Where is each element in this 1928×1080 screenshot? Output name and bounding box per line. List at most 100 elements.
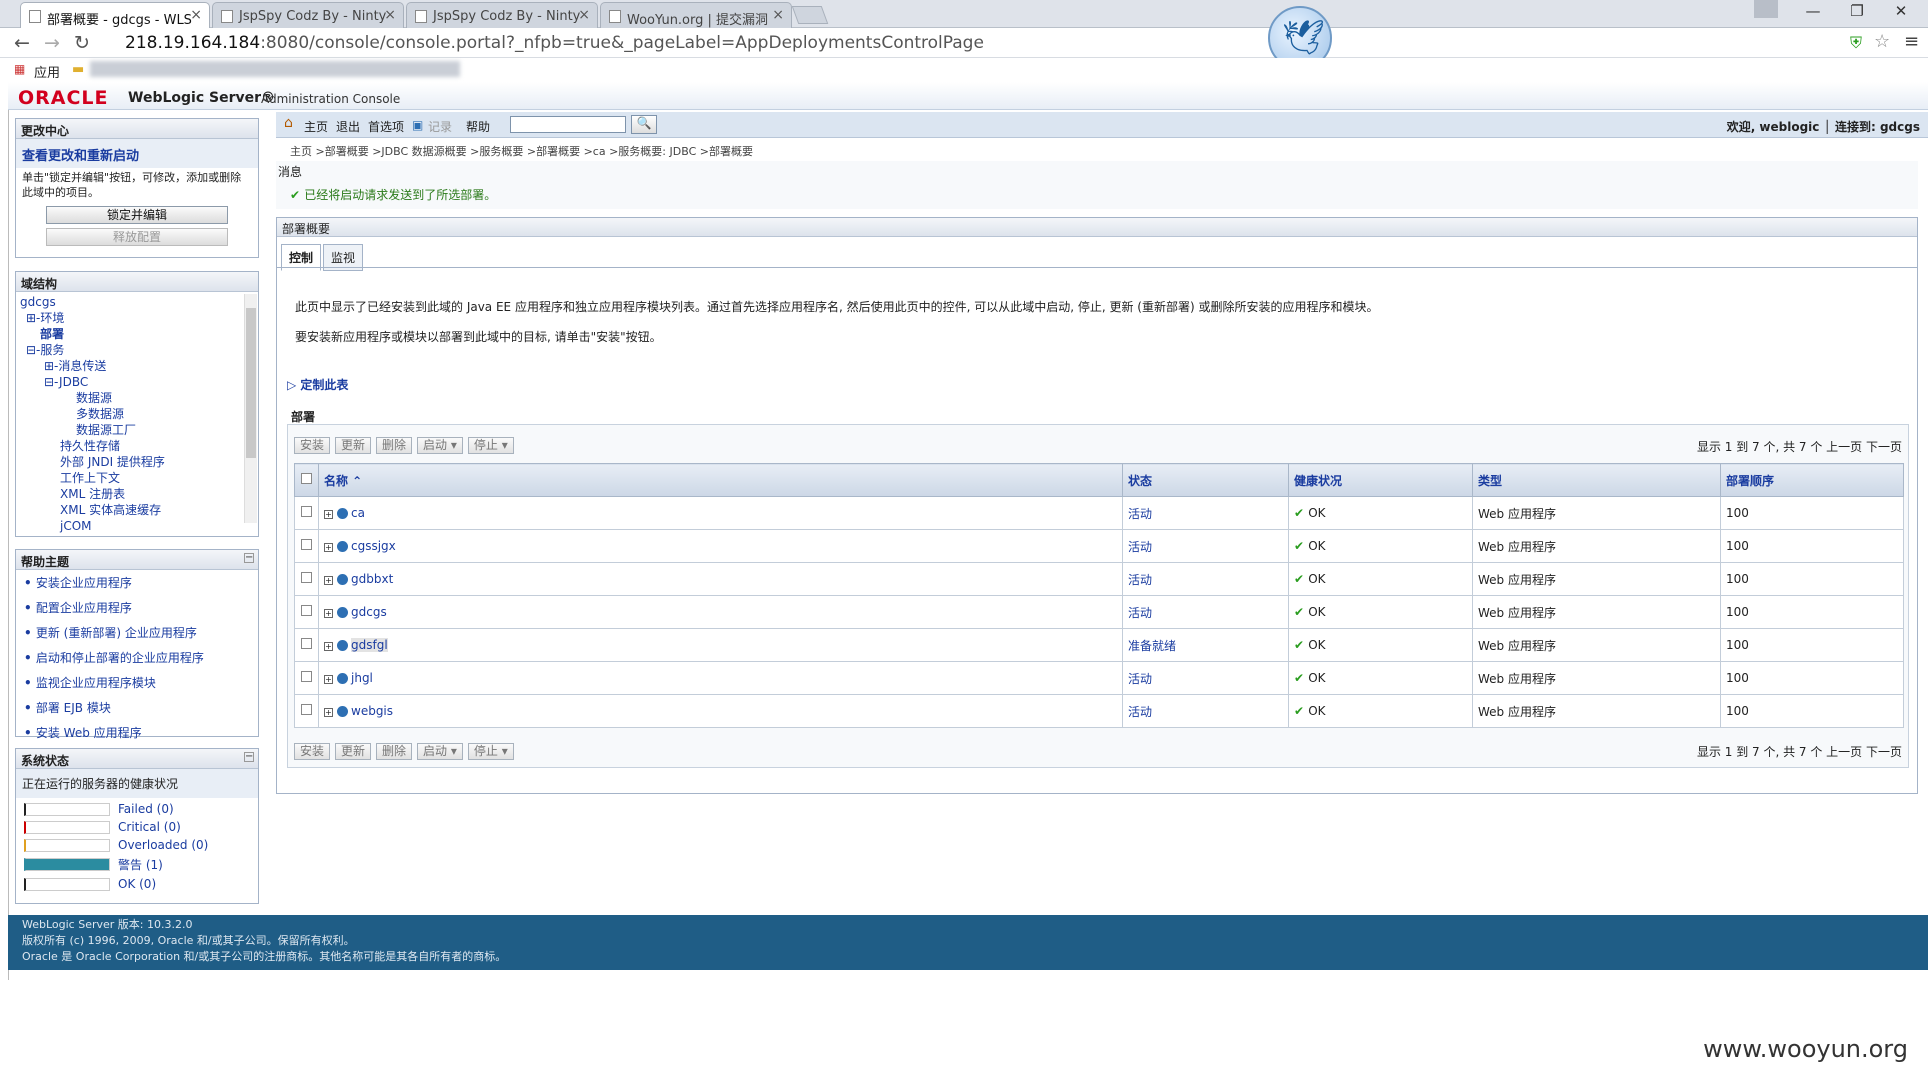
col-state[interactable]: 状态 — [1122, 463, 1289, 497]
update-button[interactable]: 更新 — [335, 437, 372, 454]
help-link[interactable]: 部署 EJB 模块 — [36, 701, 111, 715]
tree-item-messaging[interactable]: ⊞-消息传送 — [44, 359, 106, 373]
help-link[interactable]: 更新 (重新部署) 企业应用程序 — [36, 626, 197, 640]
expand-icon[interactable]: + — [324, 642, 333, 651]
search-button[interactable]: 🔍 — [631, 115, 657, 134]
close-window-button[interactable]: ✕ — [1886, 2, 1916, 20]
pager-bottom[interactable]: 显示 1 到 7 个, 共 7 个 上一页 下一页 — [1697, 743, 1902, 760]
help-link[interactable]: 安装企业应用程序 — [36, 576, 132, 590]
row-checkbox[interactable] — [301, 506, 312, 517]
state-link[interactable]: 活动 — [1128, 507, 1152, 521]
help-link[interactable]: 启动和停止部署的企业应用程序 — [36, 651, 204, 665]
close-icon[interactable]: × — [578, 7, 590, 23]
tree-item-deployments[interactable]: 部署 — [40, 327, 64, 341]
state-link[interactable]: 活动 — [1128, 540, 1152, 554]
new-tab-button[interactable] — [791, 6, 829, 24]
back-icon[interactable]: ← — [14, 32, 30, 54]
help-link[interactable]: 监视企业应用程序模块 — [36, 676, 156, 690]
start-dropdown[interactable]: 启动 ▾ — [417, 743, 463, 760]
help-link-toolbar[interactable]: 帮助 — [466, 118, 490, 135]
status-link[interactable]: Overloaded (0) — [118, 838, 208, 852]
status-link[interactable]: Failed (0) — [118, 802, 174, 816]
expand-icon[interactable]: + — [324, 609, 333, 618]
tree-item-services[interactable]: ⊟-服务 — [26, 343, 64, 357]
row-checkbox[interactable] — [301, 605, 312, 616]
record-link[interactable]: 记录 — [428, 118, 452, 135]
update-button[interactable]: 更新 — [335, 743, 372, 760]
state-link[interactable]: 活动 — [1128, 672, 1152, 686]
row-checkbox[interactable] — [301, 572, 312, 583]
row-checkbox[interactable] — [301, 539, 312, 550]
preferences-link[interactable]: 首选项 — [368, 118, 404, 135]
install-button[interactable]: 安装 — [294, 437, 331, 454]
search-input[interactable] — [510, 116, 626, 133]
col-health[interactable]: 健康状况 — [1288, 463, 1473, 497]
apps-icon[interactable]: ▦ — [14, 62, 25, 76]
stop-dropdown[interactable]: 停止 ▾ — [467, 743, 514, 760]
col-name[interactable]: 名称 ⌃ — [318, 463, 1123, 497]
start-dropdown[interactable]: 启动 ▾ — [417, 437, 463, 454]
expand-icon[interactable]: + — [324, 675, 333, 684]
tree-item-persistent-stores[interactable]: 持久性存储 — [60, 439, 120, 453]
scroll-thumb[interactable] — [246, 308, 256, 458]
browser-tab-2[interactable]: JspSpy Codz By - Ninty × — [212, 2, 404, 28]
row-checkbox[interactable] — [301, 671, 312, 682]
user-icon[interactable] — [1754, 0, 1778, 18]
tree-item-foreign-jndi[interactable]: 外部 JNDI 提供程序 — [60, 455, 165, 469]
close-icon[interactable]: × — [772, 7, 784, 23]
browser-tab-1[interactable]: 部署概要 - gdcgs - WLS × — [20, 2, 210, 29]
lock-edit-button[interactable]: 锁定并编辑 — [46, 206, 228, 224]
app-name-link[interactable]: jhgl — [351, 671, 373, 685]
tree-item-jcom[interactable]: jCOM — [60, 519, 92, 533]
tree-item-data-source-factories[interactable]: 数据源工厂 — [76, 423, 136, 437]
browser-tab-4[interactable]: WooYun.org | 提交漏洞 × — [600, 2, 792, 28]
tree-item-jdbc[interactable]: ⊟-JDBC — [44, 375, 88, 389]
delete-button[interactable]: 删除 — [376, 743, 413, 760]
pager-top[interactable]: 显示 1 到 7 个, 共 7 个 上一页 下一页 — [1697, 438, 1902, 455]
app-name-link[interactable]: webgis — [351, 704, 393, 718]
status-link[interactable]: OK (0) — [118, 877, 156, 891]
breadcrumb[interactable]: 主页 >部署概要 >JDBC 数据源概要 >服务概要 >部署概要 >ca >服务… — [290, 143, 753, 159]
tree-item-xml-entity-caches[interactable]: XML 实体高速缓存 — [60, 503, 161, 517]
col-type[interactable]: 类型 — [1472, 463, 1721, 497]
install-button[interactable]: 安装 — [294, 743, 331, 760]
row-checkbox[interactable] — [301, 704, 312, 715]
app-name-link[interactable]: gdsfgl — [351, 638, 388, 652]
row-checkbox[interactable] — [301, 638, 312, 649]
apps-bookmark[interactable]: 应用 — [34, 62, 60, 81]
minimize-button[interactable]: — — [1798, 2, 1828, 20]
view-changes-link[interactable]: 查看更改和重新启动 — [16, 139, 258, 168]
status-link[interactable]: 警告 (1) — [118, 856, 163, 873]
customize-table-link[interactable]: ▷ 定制此表 — [287, 376, 348, 393]
tree-item-data-sources[interactable]: 数据源 — [76, 391, 112, 405]
url-field[interactable]: 218.19.164.184:8080/console/console.port… — [125, 33, 984, 53]
close-icon[interactable]: × — [384, 7, 396, 23]
forward-icon[interactable]: → — [44, 32, 60, 54]
tree-item-environment[interactable]: ⊞-环境 — [26, 311, 64, 325]
app-name-link[interactable]: cgssjgx — [351, 539, 396, 553]
tree-item-multi-data-sources[interactable]: 多数据源 — [76, 407, 124, 421]
help-link[interactable]: 配置企业应用程序 — [36, 601, 132, 615]
help-link[interactable]: 安装 Web 应用程序 — [36, 726, 142, 740]
close-icon[interactable]: × — [190, 7, 202, 23]
tree-item-gdcgs[interactable]: gdcgs — [20, 295, 56, 309]
col-order[interactable]: 部署顺序 — [1720, 463, 1904, 497]
app-name-link[interactable]: gdcgs — [351, 605, 387, 619]
app-name-link[interactable]: ca — [351, 506, 365, 520]
shield-icon[interactable]: ⛨ — [1850, 33, 1862, 53]
expand-icon[interactable]: + — [324, 543, 333, 552]
star-icon[interactable]: ☆ — [1874, 31, 1890, 52]
reload-icon[interactable]: ↻ — [74, 32, 90, 54]
expand-icon[interactable]: + — [324, 708, 333, 717]
state-link[interactable]: 准备就绪 — [1128, 639, 1176, 653]
status-link[interactable]: Critical (0) — [118, 820, 181, 834]
collapse-icon[interactable]: − — [244, 553, 254, 563]
expand-icon[interactable]: + — [324, 510, 333, 519]
home-icon[interactable]: ⌂ — [284, 115, 293, 131]
menu-icon[interactable]: ≡ — [1904, 31, 1919, 52]
state-link[interactable]: 活动 — [1128, 573, 1152, 587]
release-config-button[interactable]: 释放配置 — [46, 228, 228, 246]
home-link[interactable]: 主页 — [304, 118, 328, 135]
record-icon[interactable]: ▣ — [412, 118, 423, 132]
tree-item-xml-registries[interactable]: XML 注册表 — [60, 487, 125, 501]
